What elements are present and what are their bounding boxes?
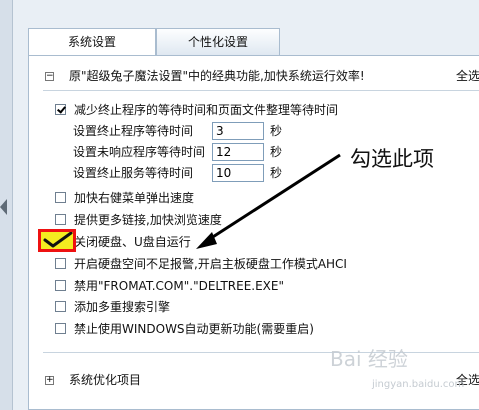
collapse-arrow-icon[interactable]	[0, 199, 7, 215]
field-unit: 秒	[270, 166, 283, 180]
select-all-link[interactable]: 全选	[456, 67, 479, 85]
highlight-box	[38, 229, 76, 252]
option-label: 关闭硬盘、U盘自运行	[74, 235, 191, 249]
checkbox[interactable]	[55, 323, 66, 334]
unresponsive-wait-input[interactable]	[212, 143, 264, 161]
section-classic-functions[interactable]: − 原"超级兔子魔法设置"中的经典功能,加快系统运行效率! 全选	[45, 67, 479, 85]
field-label: 设置终止程序等待时间	[73, 124, 194, 138]
field-unit: 秒	[270, 145, 283, 159]
option-label: 加快右健菜单弹出速度	[74, 191, 195, 205]
option-label: 禁止使用WINDOWS自动更新功能(需要重启)	[74, 322, 314, 336]
checkmark-icon	[43, 232, 73, 248]
checkbox[interactable]	[55, 214, 66, 225]
checkbox[interactable]	[55, 301, 66, 312]
tab-personalization[interactable]: 个性化设置	[156, 28, 280, 55]
watermark-logo: Bai 经验	[330, 347, 408, 371]
watermark-url: jingyan.baidu.com	[372, 379, 465, 390]
field-label: 设置终止服务等待时间	[73, 166, 194, 180]
option-label: 提供更多链接,加快浏览速度	[74, 213, 222, 227]
section-title: 系统优化项目	[69, 373, 142, 387]
collapse-icon[interactable]: −	[45, 72, 54, 81]
option-label: 减少终止程序的等待时间和页面文件整理等待时间	[74, 103, 339, 117]
service-wait-input[interactable]	[212, 164, 264, 182]
option-label: 禁用"FROMAT.COM"."DELTREE.EXE"	[74, 279, 284, 293]
option-label: 添加多重搜索引擎	[74, 300, 171, 314]
terminate-wait-input[interactable]	[212, 122, 264, 140]
checkbox[interactable]	[55, 104, 66, 115]
tab-bar: 系统设置 个性化设置	[28, 28, 479, 56]
option-label: 开启硬盘空间不足报警,开启主板硬盘工作模式AHCI	[74, 257, 347, 271]
tab-system-settings[interactable]: 系统设置	[28, 28, 156, 56]
field-unit: 秒	[270, 124, 283, 138]
section-divider	[43, 352, 479, 353]
checkbox[interactable]	[55, 280, 66, 291]
checkbox[interactable]	[55, 258, 66, 269]
field-label: 设置未响应程序等待时间	[73, 145, 206, 159]
annotation-label: 勾选此项	[350, 147, 434, 171]
expand-icon[interactable]: +	[45, 376, 54, 385]
section-divider	[43, 90, 479, 91]
checkbox[interactable]	[55, 192, 66, 203]
settings-panel: − 原"超级兔子魔法设置"中的经典功能,加快系统运行效率! 全选 减少终止程序的…	[28, 55, 479, 410]
section-title: 原"超级兔子魔法设置"中的经典功能,加快系统运行效率!	[69, 69, 365, 83]
